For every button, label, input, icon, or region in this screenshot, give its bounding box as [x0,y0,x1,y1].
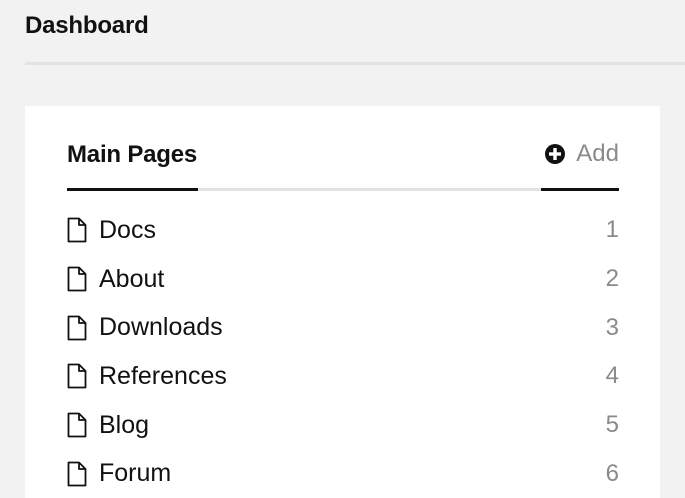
add-underline [541,188,619,191]
list-item-count: 2 [605,265,619,293]
page-title: Dashboard [25,12,149,39]
list-item-label: Downloads [99,313,223,342]
add-page-button[interactable]: Add [544,140,619,168]
document-icon [67,266,87,292]
list-item-count: 6 [605,459,619,487]
list-item-count: 3 [605,313,619,341]
list-item-label: About [99,264,165,293]
list-item-forum[interactable]: Forum 6 [67,449,619,498]
list-item-label: Forum [99,459,172,488]
page-list: Docs 1 About 2 Downloads 3 References 4 … [67,206,619,498]
document-icon [67,461,87,487]
add-label: Add [576,140,619,167]
document-icon [67,363,87,389]
page-header: Dashboard [25,0,685,63]
panel-header: Main Pages Add [67,106,619,192]
list-item-count: 1 [605,216,619,244]
header-divider [25,62,685,65]
document-icon [67,217,87,243]
list-item-docs[interactable]: Docs 1 [67,206,619,255]
tab-underline-active [67,188,198,191]
list-item-label: References [99,361,227,390]
main-pages-panel: Main Pages Add Docs 1 About 2 Downloads … [25,106,660,498]
document-icon [67,412,87,438]
list-item-blog[interactable]: Blog 5 [67,401,619,450]
list-item-count: 4 [605,362,619,390]
plus-circle-icon [544,143,566,165]
list-item-label: Blog [99,410,150,439]
list-item-count: 5 [605,411,619,439]
list-item-about[interactable]: About 2 [67,255,619,304]
document-icon [67,315,87,341]
list-item-references[interactable]: References 4 [67,352,619,401]
list-item-downloads[interactable]: Downloads 3 [67,303,619,352]
list-item-label: Docs [99,215,156,244]
panel-title[interactable]: Main Pages [67,141,197,169]
